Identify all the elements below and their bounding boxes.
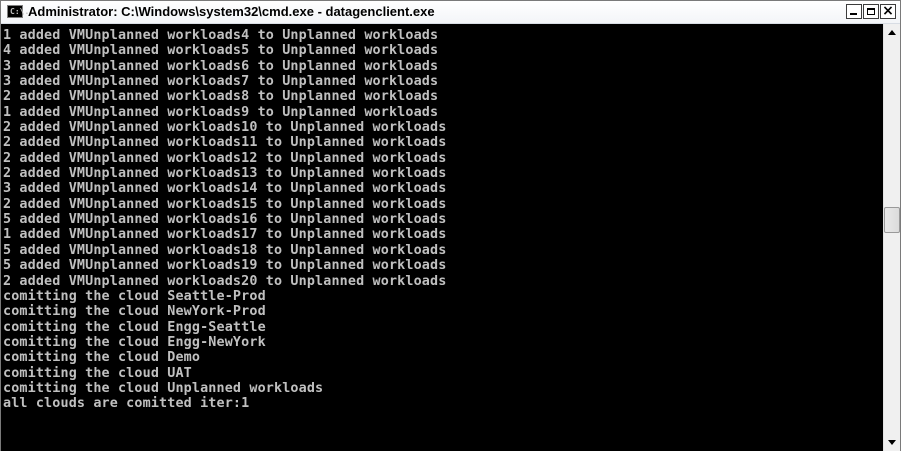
console-line: comitting the cloud NewYork-Prod (3, 304, 266, 320)
console-window: C:\. Administrator: C:\Windows\system32\… (0, 0, 901, 451)
arrow-up-icon (888, 30, 896, 35)
console-line: comitting the cloud Engg-NewYork (3, 334, 266, 350)
console-line: 4 added VMUnplanned workloads5 to Unplan… (3, 43, 439, 59)
console-line: 1 added VMUnplanned workloads17 to Unpla… (3, 227, 447, 243)
window-controls: × (846, 3, 896, 21)
console-line: comitting the cloud Demo (3, 350, 201, 366)
console-line: 5 added VMUnplanned workloads19 to Unpla… (3, 258, 447, 274)
console-line: 2 added VMUnplanned workloads12 to Unpla… (3, 150, 447, 166)
console-line: comitting the cloud UAT (3, 365, 192, 381)
vertical-scrollbar[interactable] (883, 24, 900, 451)
maximize-button[interactable] (863, 4, 879, 19)
scroll-down-button[interactable] (884, 434, 900, 451)
minimize-icon (850, 13, 857, 15)
maximize-icon (867, 8, 875, 15)
console-line: comitting the cloud Seattle-Prod (3, 288, 266, 304)
scroll-up-button[interactable] (884, 24, 900, 41)
console-line: 3 added VMUnplanned workloads7 to Unplan… (3, 74, 439, 90)
console-line: 3 added VMUnplanned workloads6 to Unplan… (3, 58, 439, 74)
close-button[interactable]: × (880, 3, 896, 19)
scroll-thumb[interactable] (884, 207, 900, 233)
window-title: Administrator: C:\Windows\system32\cmd.e… (28, 4, 435, 19)
console-output[interactable]: 1 added VMUnplanned workloads4 to Unplan… (1, 24, 883, 451)
cmd-icon-label: C:\. (10, 7, 30, 16)
arrow-down-icon (888, 440, 896, 445)
console-line: 2 added VMUnplanned workloads15 to Unpla… (3, 196, 447, 212)
console-line: 2 added VMUnplanned workloads13 to Unpla… (3, 166, 447, 182)
console-line: 5 added VMUnplanned workloads18 to Unpla… (3, 242, 447, 258)
console-line: 2 added VMUnplanned workloads11 to Unpla… (3, 135, 447, 151)
console-line: comitting the cloud Engg-Seattle (3, 319, 266, 335)
console-lines: 1 added VMUnplanned workloads4 to Unplan… (3, 28, 446, 412)
close-icon: × (882, 3, 894, 19)
console-line: 1 added VMUnplanned workloads9 to Unplan… (3, 104, 439, 120)
console-line: comitting the cloud Unplanned workloads (3, 380, 324, 396)
console-line: 2 added VMUnplanned workloads20 to Unpla… (3, 273, 447, 289)
console-line: 2 added VMUnplanned workloads8 to Unplan… (3, 89, 439, 105)
console-line: 3 added VMUnplanned workloads14 to Unpla… (3, 181, 447, 197)
console-line: 5 added VMUnplanned workloads16 to Unpla… (3, 212, 447, 228)
minimize-button[interactable] (846, 4, 862, 19)
console-line: 1 added VMUnplanned workloads4 to Unplan… (3, 28, 439, 43)
console-line: all clouds are comitted iter:1 (3, 396, 250, 412)
console-line: 2 added VMUnplanned workloads10 to Unpla… (3, 120, 447, 136)
title-bar[interactable]: C:\. Administrator: C:\Windows\system32\… (1, 1, 900, 24)
cmd-app-icon[interactable]: C:\. (7, 5, 29, 18)
